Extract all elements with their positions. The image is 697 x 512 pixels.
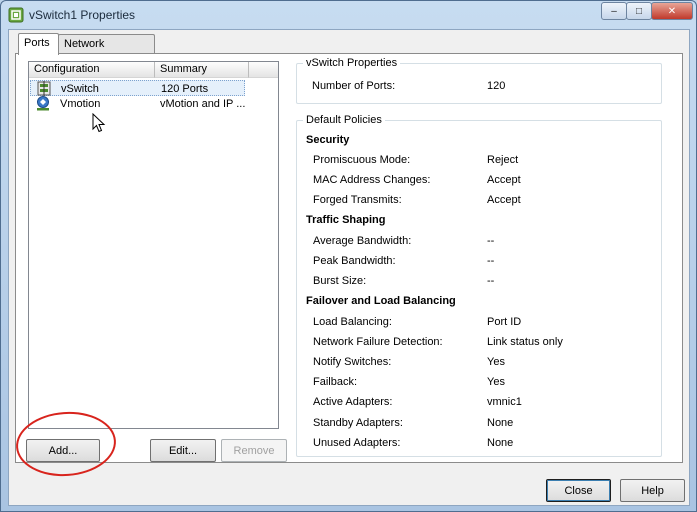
policy-value: None	[487, 417, 514, 429]
close-window-button[interactable]: ✕	[651, 2, 693, 20]
policy-value: --	[487, 275, 495, 287]
remove-button[interactable]: Remove	[221, 439, 287, 462]
policy-value: vmnic1	[487, 396, 522, 408]
vswitch-icon	[37, 81, 51, 96]
policy-label: Burst Size:	[313, 275, 367, 287]
maximize-button[interactable]: □	[626, 2, 652, 20]
policy-value: --	[487, 255, 495, 267]
ports-list[interactable]: Configuration Summary vSwitch 120 Ports	[28, 61, 279, 429]
list-item-configuration: Vmotion	[60, 98, 101, 110]
policy-value: Accept	[487, 174, 521, 186]
list-item-vmotion[interactable]: Vmotion vMotion and IP ...	[30, 96, 245, 112]
policy-label: Load Balancing:	[313, 316, 392, 328]
maximize-icon: □	[635, 5, 643, 17]
policy-value: Yes	[487, 376, 505, 388]
number-of-ports-label: Number of Ports:	[312, 80, 396, 92]
minimize-button[interactable]: –	[601, 2, 627, 20]
policy-value: --	[487, 235, 495, 247]
group-title: vSwitch Properties	[303, 57, 401, 69]
policy-label: Standby Adapters:	[313, 417, 403, 429]
group-title: Default Policies	[303, 114, 385, 126]
title-bar[interactable]: vSwitch1 Properties – □ ✕	[1, 1, 696, 29]
window-title: vSwitch1 Properties	[29, 8, 136, 22]
policy-label: Failback:	[313, 376, 358, 388]
policy-value: Reject	[487, 154, 519, 166]
close-icon: ✕	[667, 5, 677, 17]
close-button[interactable]: Close	[546, 479, 611, 502]
default-policies-group: Default Policies Security Promiscuous Mo…	[296, 114, 662, 457]
vsphere-app-icon	[8, 7, 24, 23]
column-header-summary[interactable]: Summary	[155, 62, 249, 78]
vmkernel-port-icon	[37, 96, 49, 111]
policy-label: MAC Address Changes:	[313, 174, 431, 186]
policy-value: Accept	[487, 194, 521, 206]
number-of-ports-value: 120	[487, 80, 506, 92]
policy-label: Average Bandwidth:	[313, 235, 412, 247]
tab-ports[interactable]: Ports	[18, 33, 59, 55]
edit-button[interactable]: Edit...	[150, 439, 216, 462]
mouse-pointer-icon	[92, 113, 106, 133]
policy-label: Forged Transmits:	[313, 194, 402, 206]
policy-label: Unused Adapters:	[313, 437, 401, 449]
tab-network-adapters[interactable]: Network Adapters	[58, 34, 155, 68]
policy-label: Notify Switches:	[313, 356, 392, 368]
policy-label: Promiscuous Mode:	[313, 154, 411, 166]
policy-value: None	[487, 437, 514, 449]
list-item-vswitch[interactable]: vSwitch 120 Ports	[30, 80, 245, 96]
column-header-configuration[interactable]: Configuration	[29, 62, 155, 78]
ports-tab-panel: Configuration Summary vSwitch 120 Ports	[15, 53, 683, 463]
policy-value: Yes	[487, 356, 505, 368]
policy-value: Port ID	[487, 316, 522, 328]
policy-label: Network Failure Detection:	[313, 336, 443, 348]
security-heading: Security	[306, 134, 350, 146]
policy-label: Peak Bandwidth:	[313, 255, 396, 267]
list-item-configuration: vSwitch	[61, 83, 99, 95]
list-item-summary: vMotion and IP ...	[160, 98, 246, 110]
policy-label: Active Adapters:	[313, 396, 393, 408]
vswitch-properties-group: vSwitch Properties Number of Ports: 120	[296, 57, 662, 104]
help-button[interactable]: Help	[620, 479, 685, 502]
properties-dialog: vSwitch1 Properties – □ ✕ Ports Network …	[0, 0, 697, 512]
minimize-icon: –	[611, 5, 617, 17]
policy-value: Link status only	[487, 336, 563, 348]
traffic-shaping-heading: Traffic Shaping	[306, 214, 386, 226]
column-header-filler	[249, 62, 278, 78]
list-header: Configuration Summary	[29, 62, 278, 78]
list-item-summary: 120 Ports	[161, 83, 209, 95]
failover-heading: Failover and Load Balancing	[306, 295, 456, 307]
